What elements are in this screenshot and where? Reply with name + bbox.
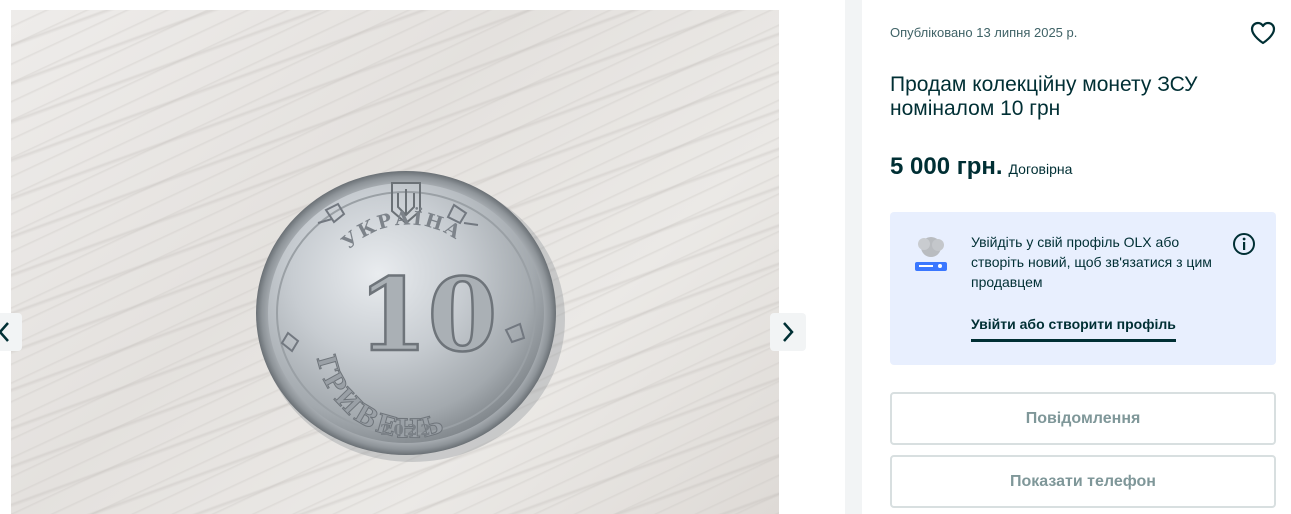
svg-text:10: 10 [358, 256, 497, 374]
ad-title: Продам колекційну монету ЗСУ номіналом 1… [890, 73, 1198, 120]
price: 5 000 грн. [890, 153, 1003, 180]
coin-image: УКРАЇНА 10 ГРИВЕНЬ 2022 [256, 171, 565, 462]
listing-photo[interactable]: УКРАЇНА 10 ГРИВЕНЬ 2022 [11, 10, 779, 514]
chevron-right-icon [783, 322, 794, 342]
photo-gallery: УКРАЇНА 10 ГРИВЕНЬ 2022 [0, 0, 845, 514]
svg-text:2022: 2022 [380, 421, 434, 439]
ad-sidebar: Опубліковано 13 липня 2025 р. Продам кол… [862, 0, 1291, 514]
listing-page: УКРАЇНА 10 ГРИВЕНЬ 2022 Опубліковано 13 … [0, 0, 1291, 514]
login-prompt: Увійдіть у свій профіль OLX або створіть… [890, 212, 1276, 365]
price-row: 5 000 грн. Договірна [890, 153, 1072, 181]
negotiable-label: Договірна [1008, 161, 1073, 177]
favorite-button[interactable] [1248, 18, 1278, 48]
next-photo-button[interactable] [770, 313, 806, 351]
message-button[interactable]: Повідомлення [890, 392, 1276, 445]
posted-date: Опубліковано 13 липня 2025 р. [890, 25, 1078, 40]
chevron-left-icon [0, 322, 9, 342]
login-link[interactable]: Увійти або створити профіль [971, 316, 1176, 342]
info-icon[interactable] [1232, 232, 1256, 256]
previous-photo-button[interactable] [0, 313, 22, 351]
login-prompt-text: Увійдіть у свій профіль OLX або створіть… [971, 234, 1212, 290]
heart-icon [1250, 21, 1276, 45]
show-phone-button[interactable]: Показати телефон [890, 455, 1276, 508]
avatar-icon [915, 237, 947, 271]
